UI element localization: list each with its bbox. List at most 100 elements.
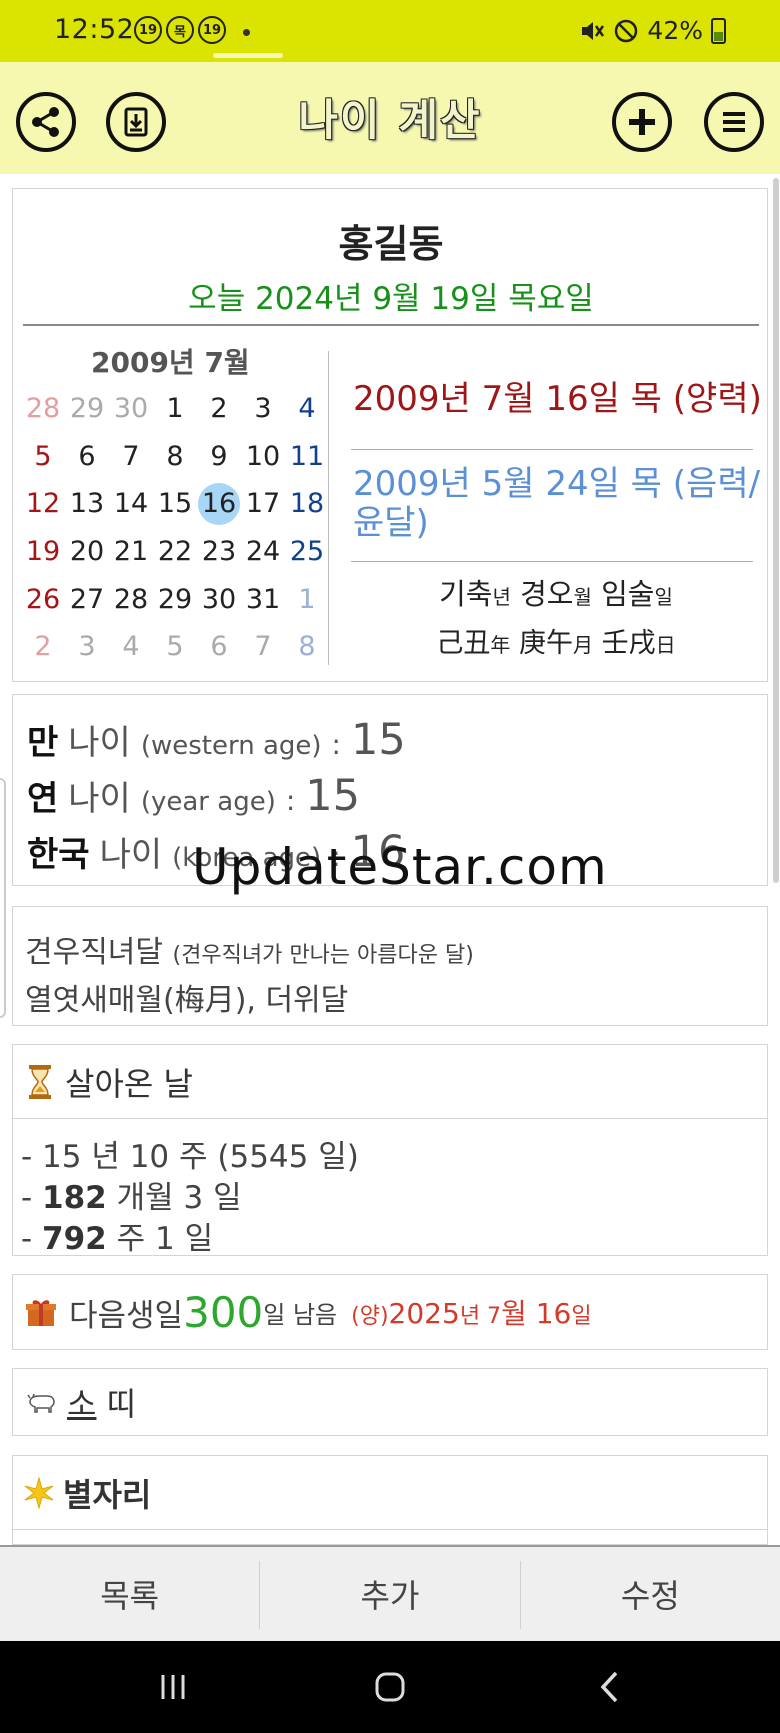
zodiac-label[interactable]: 소 띠 (67, 1379, 136, 1425)
calendar-day[interactable]: 15 (153, 480, 197, 528)
calendar-day-number: 7 (122, 440, 140, 472)
gift-icon (26, 1300, 56, 1326)
calendar-day-number: 23 (201, 536, 237, 568)
calendar-day-number: 2 (210, 393, 228, 425)
calendar-day[interactable]: 30 (197, 575, 241, 623)
calendar-day[interactable]: 25 (285, 528, 329, 576)
calendar-day[interactable]: 16 (197, 480, 241, 528)
calendar-day[interactable]: 28 (109, 575, 153, 623)
calendar-day[interactable]: 1 (153, 385, 197, 433)
home-button[interactable] (372, 1665, 408, 1709)
calendar-day[interactable]: 18 (285, 480, 329, 528)
status-indicator-line (213, 53, 283, 58)
western-age-row: 만 나이 (western age) : 15 (27, 715, 406, 765)
calendar-day[interactable]: 7 (241, 623, 285, 671)
calendar-day[interactable]: 7 (109, 433, 153, 481)
calendar-day-number: 5 (34, 440, 52, 472)
calendar-day-number: 30 (201, 583, 237, 615)
calendar-day-number: 4 (122, 631, 140, 663)
ganji-cn-month-unit: 月 (573, 633, 593, 657)
add-icon (629, 109, 655, 135)
edge-panel-handle[interactable] (0, 778, 6, 1018)
calendar-day[interactable]: 20 (65, 528, 109, 576)
ganji-year-unit: 년 (492, 585, 511, 609)
calendar-day[interactable]: 1 (285, 575, 329, 623)
zodiac-animal[interactable]: 소 (67, 1385, 96, 1423)
notification-badge-1: 19 (134, 16, 162, 44)
tab-list[interactable]: 목록 (0, 1547, 259, 1641)
calendar-day[interactable]: 8 (285, 623, 329, 671)
calendar-day-number: 27 (69, 583, 105, 615)
calendar-day[interactable]: 4 (109, 623, 153, 671)
calendar-day[interactable]: 2 (197, 385, 241, 433)
lived-weeks-line: - 792 주 1 일 (21, 1213, 213, 1258)
tab-add[interactable]: 추가 (260, 1547, 519, 1641)
calendar-day[interactable]: 27 (65, 575, 109, 623)
add-button[interactable] (612, 92, 672, 152)
days-lived-title: 살아온 날 (65, 1064, 193, 1103)
calendar-day-number: 14 (113, 488, 149, 520)
calendar-day[interactable]: 17 (241, 480, 285, 528)
calendar-day[interactable]: 3 (65, 623, 109, 671)
calendar-day[interactable]: 12 (21, 480, 65, 528)
scrollbar[interactable] (773, 178, 779, 883)
calendar-day-number: 22 (157, 536, 193, 568)
calendar-day[interactable]: 23 (197, 528, 241, 576)
ganji-day: 임술 (601, 577, 655, 611)
calendar-day-number: 19 (25, 536, 61, 568)
share-icon (32, 107, 59, 137)
next-birthday-card: 다음생일 300 일 남음 (양)2025년 7월 16일 (12, 1274, 768, 1350)
days-remaining-suffix: 일 남음 (263, 1300, 338, 1329)
calendar-day[interactable]: 5 (21, 433, 65, 481)
calendar-day[interactable]: 11 (285, 433, 329, 481)
ganji-cn-year-unit: 年 (490, 633, 511, 657)
calendar-day[interactable]: 29 (65, 385, 109, 433)
calendar-day[interactable]: 9 (197, 433, 241, 481)
calendar-day[interactable]: 4 (285, 385, 329, 433)
calendar-day[interactable]: 28 (21, 385, 65, 433)
calendar-day-number: 15 (157, 488, 193, 520)
calendar-day[interactable]: 8 (153, 433, 197, 481)
calendar-day-number: 12 (25, 488, 61, 520)
calendar-day[interactable]: 13 (65, 480, 109, 528)
share-button[interactable] (16, 92, 76, 152)
calendar-day[interactable]: 5 (153, 623, 197, 671)
calendar-grid: 28 29 30 1 2 3 4 5 6 7 8 9 10 11 12 13 14 15 16 17 18 19 20 21 2… (21, 385, 331, 671)
age-word: 나이 (99, 835, 163, 875)
calendar-day[interactable]: 21 (109, 528, 153, 576)
calendar-day[interactable]: 14 (109, 480, 153, 528)
download-button[interactable] (106, 92, 166, 152)
calendar-day[interactable]: 30 (109, 385, 153, 433)
age-value: 15 (350, 715, 406, 765)
calendar-day-number: 3 (78, 631, 96, 663)
age-type-label: 연 (27, 779, 59, 819)
calendar-day[interactable]: 22 (153, 528, 197, 576)
calendar-day-number: 8 (166, 440, 184, 472)
birthday-date-part: 일 (571, 1304, 592, 1329)
calendar-day[interactable]: 6 (65, 433, 109, 481)
moon-description: (견우직녀가 만나는 아름다운 달) (172, 943, 474, 968)
calendar-day[interactable]: 2 (21, 623, 65, 671)
hourglass-icon (29, 1064, 51, 1099)
calendar-day-number: 4 (298, 393, 316, 425)
next-birthday-date: (양)2025년 7월 16일 (351, 1292, 591, 1332)
status-right: 42% (579, 16, 726, 45)
age-english-label: (year age) (140, 787, 276, 817)
calendar-day[interactable]: 26 (21, 575, 65, 623)
calendar-day[interactable]: 19 (21, 528, 65, 576)
calendar-day[interactable]: 29 (153, 575, 197, 623)
calendar-day[interactable]: 3 (241, 385, 285, 433)
recents-button[interactable] (156, 1665, 190, 1709)
menu-button[interactable] (704, 92, 764, 152)
divider (351, 561, 753, 562)
calendar-day[interactable]: 10 (241, 433, 285, 481)
notification-badge-2: 목 (166, 16, 194, 44)
calendar-day[interactable]: 24 (241, 528, 285, 576)
calendar-day-number: 21 (113, 536, 149, 568)
back-button[interactable] (594, 1665, 624, 1709)
calendar-day-number: 20 (69, 536, 105, 568)
calendar-type: (양) (351, 1304, 389, 1329)
tab-edit[interactable]: 수정 (521, 1547, 780, 1641)
calendar-day[interactable]: 31 (241, 575, 285, 623)
calendar-day[interactable]: 6 (197, 623, 241, 671)
